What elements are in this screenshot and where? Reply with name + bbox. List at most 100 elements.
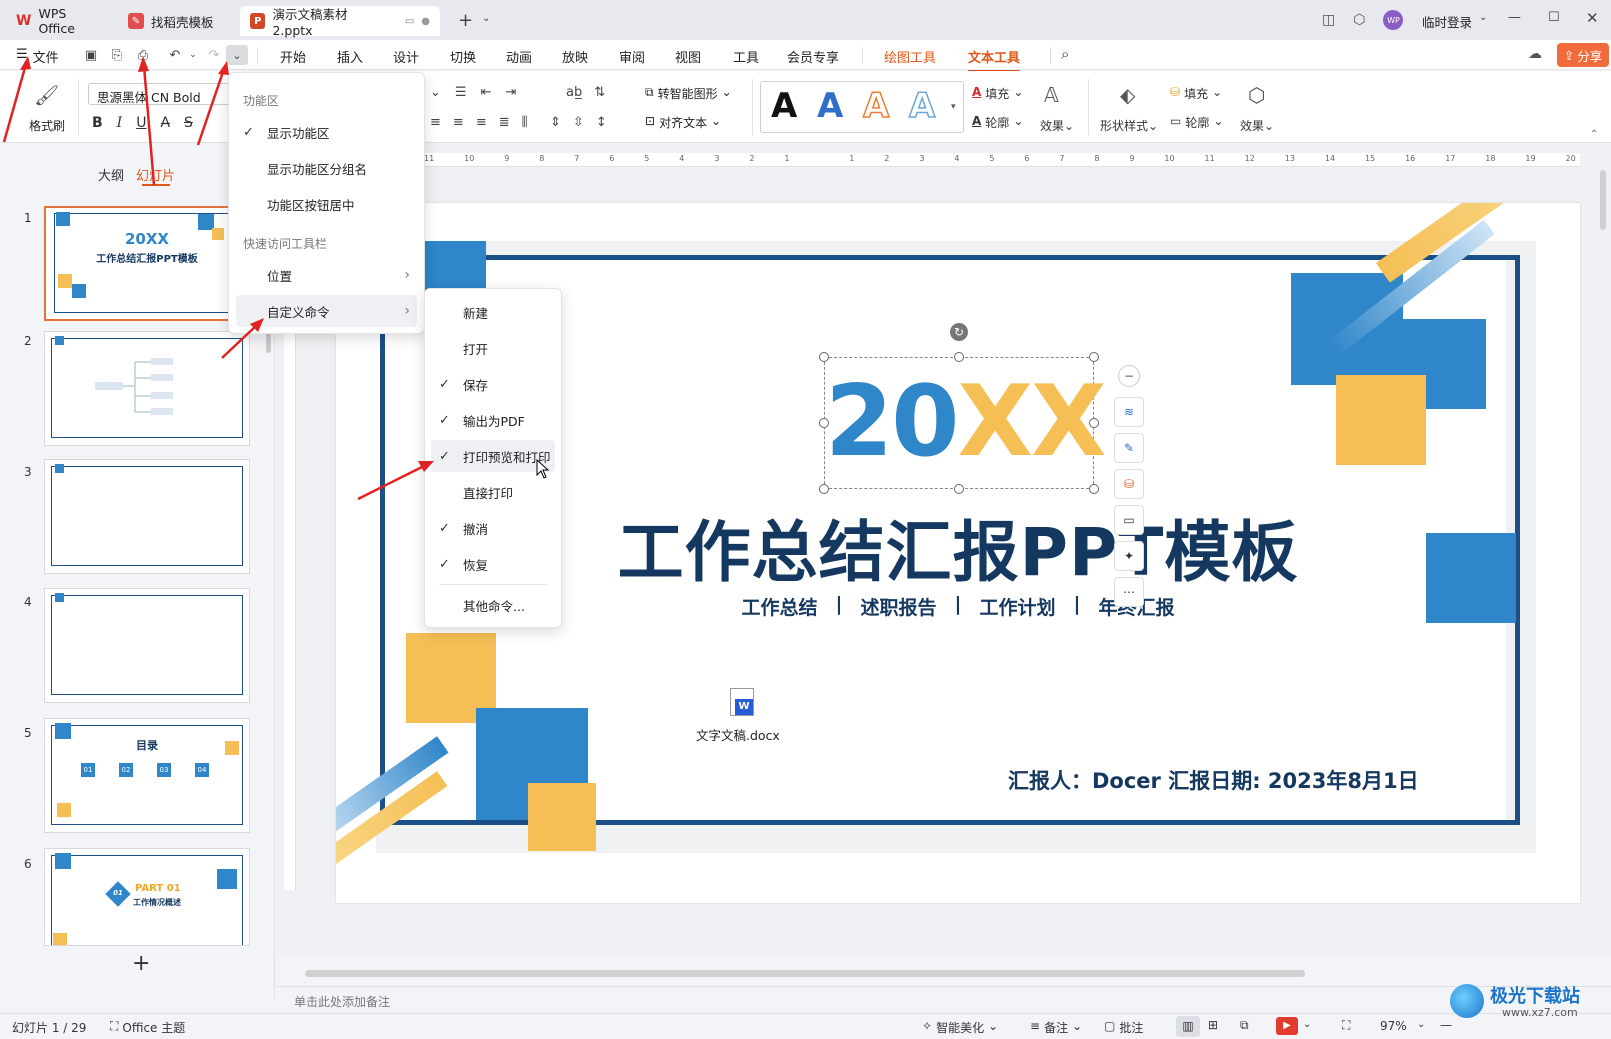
notes-button[interactable]: ≡ 备注 ⌄ (1030, 1019, 1082, 1036)
share-button[interactable]: ⇪ 分享 (1557, 43, 1609, 67)
slide-thumbnail-3[interactable] (44, 459, 250, 574)
resize-handle[interactable] (1089, 484, 1099, 494)
resize-handle[interactable] (819, 484, 829, 494)
submenu-item-save[interactable]: ✓ 保存 (425, 368, 561, 400)
align-right-icon[interactable]: ≡ (476, 115, 487, 130)
vertical-scrollbar[interactable] (1600, 170, 1606, 230)
align-center-icon[interactable]: ≡ (453, 115, 464, 130)
underline-icon[interactable]: U (136, 115, 146, 131)
reporter-line[interactable]: 汇报人：Docer 汇报日期: 2023年8月1日 (1008, 765, 1419, 795)
slide-thumbnail-5[interactable]: 目录 01 02 03 04 (44, 718, 250, 833)
notes-placeholder[interactable]: 单击此处添加备注 (294, 993, 390, 1010)
text-effect-button[interactable]: 效果⌄ (1040, 117, 1074, 134)
submenu-item-export-pdf[interactable]: ✓ 输出为PDF (425, 404, 561, 436)
tab-insert[interactable]: 插入 (337, 47, 363, 66)
resize-handle[interactable] (819, 352, 829, 362)
file-menu-button[interactable]: ☰ 文件 (16, 47, 59, 66)
font-name-field[interactable]: 思源黑体 CN Bold (88, 83, 238, 105)
selected-textbox[interactable]: 20XX (824, 357, 1107, 489)
submenu-item-more-commands[interactable]: 其他命令... (425, 589, 561, 621)
login-button[interactable]: 临时登录 (1422, 12, 1472, 31)
submenu-item-redo[interactable]: ✓ 恢复 (425, 548, 561, 580)
search-icon[interactable]: ⌕ (1061, 45, 1069, 63)
reading-view-icon[interactable]: ⧉ (1240, 1018, 1249, 1033)
shape-effect-button[interactable]: 效果⌄ (1240, 117, 1274, 134)
pen-icon[interactable]: ✎ (1114, 433, 1144, 463)
submenu-item-new[interactable]: 新建 (425, 296, 561, 328)
tab-document[interactable]: P 演示文稿素材2.pptx ▭ ● (240, 6, 440, 38)
align-left-icon[interactable]: ≡ (430, 115, 441, 130)
layers-icon[interactable]: ≋ (1114, 397, 1144, 427)
submenu-item-direct-print[interactable]: 直接打印 (425, 476, 561, 508)
justify-icon[interactable]: ≣ (499, 115, 510, 130)
align-text-button[interactable]: ⊡ 对齐文本 ⌄ (645, 114, 721, 131)
avatar[interactable]: WP (1383, 10, 1404, 30)
wordart-gallery[interactable]: A A A A ▾ (760, 81, 964, 133)
bullet-list-icon[interactable]: ☰ (455, 85, 467, 100)
comments-button[interactable]: ▢ 批注 (1104, 1019, 1143, 1036)
shape-fill-button[interactable]: ⛁ 填充 ⌄ (1170, 85, 1222, 102)
collapse-icon[interactable]: − (1118, 365, 1140, 387)
slide-thumbnail-6[interactable]: 01 PART 01 工作情况概述 (44, 848, 250, 946)
chevron-down-icon[interactable]: ⌄ (1417, 1019, 1425, 1030)
text-fill-button[interactable]: A 填充 ⌄ (972, 85, 1023, 102)
wordart-style-blue-outline[interactable]: A (908, 85, 936, 127)
tab-outline[interactable]: 大纲 (98, 165, 124, 184)
new-tab-button[interactable]: + (458, 10, 473, 31)
save-icon[interactable]: ▣ (80, 45, 102, 65)
fill-icon[interactable]: ⛁ (1114, 469, 1144, 499)
docx-file-icon[interactable]: W (730, 688, 754, 716)
tab-member[interactable]: 会员专享 (787, 47, 839, 66)
gallery-more-icon[interactable]: ▾ (951, 102, 956, 112)
cloud-icon[interactable]: ☁ (1528, 46, 1542, 62)
tab-view[interactable]: 视图 (675, 47, 701, 66)
year-heading[interactable]: 20XX (825, 362, 1107, 482)
undo-dropdown-icon[interactable]: ⌄ (182, 45, 204, 65)
tab-transition[interactable]: 切换 (450, 47, 476, 66)
collapse-ribbon-icon[interactable]: ⌃ (1590, 129, 1598, 140)
menu-item-show-ribbon[interactable]: ✓ 显示功能区 (229, 116, 424, 148)
add-slide-button[interactable]: + (132, 951, 150, 976)
tab-template[interactable]: ✎ 找稻壳模板 (118, 6, 234, 36)
tab-drawing-tools[interactable]: 绘图工具 (884, 47, 936, 66)
increase-indent-icon[interactable]: ⇥ (505, 85, 516, 100)
zoom-level[interactable]: 97% (1380, 1019, 1407, 1033)
fit-window-icon[interactable]: ⛶ (1342, 1018, 1350, 1033)
minimize-icon[interactable]: — (1508, 10, 1521, 25)
customize-toolbar-button[interactable]: ⌄ (226, 45, 248, 65)
format-painter-icon[interactable]: 🖌 (34, 83, 59, 107)
chevron-down-icon[interactable]: ⌄ (482, 13, 490, 24)
shape-style-icon[interactable]: ⬖ (1120, 83, 1135, 107)
text-outline-button[interactable]: A 轮廓 ⌄ (972, 114, 1023, 131)
wordart-style-orange-outline[interactable]: A (862, 85, 890, 127)
slide-thumbnail-2[interactable] (44, 331, 250, 446)
columns-icon[interactable]: ⫼ (522, 115, 528, 130)
resize-handle[interactable] (1089, 418, 1099, 428)
export-pdf-icon[interactable]: ⎘ (106, 45, 128, 65)
chevron-down-icon[interactable]: ⌄ (1303, 1019, 1311, 1030)
tab-slideshow[interactable]: 放映 (562, 47, 588, 66)
print-preview-icon[interactable]: ⎙ (132, 45, 154, 65)
redo-icon[interactable]: ↷ (203, 45, 225, 65)
shape-effect-icon[interactable]: ⬡ (1248, 83, 1265, 107)
shape-outline-button[interactable]: ▭ 轮廓 ⌄ (1170, 114, 1223, 131)
grid-view-icon[interactable]: ⊞ (1208, 1018, 1218, 1032)
paragraph-spacing-icon[interactable]: ⇳ (573, 115, 584, 130)
text-direction-icon[interactable]: ab̲ (566, 85, 582, 100)
tab-wps-office[interactable]: W WPS Office (6, 6, 110, 36)
menu-item-show-group-names[interactable]: 显示功能区分组名 (229, 152, 424, 184)
wordart-style-black[interactable]: A (771, 86, 797, 126)
italic-icon[interactable]: I (117, 115, 123, 131)
menu-item-position[interactable]: 位置 › (229, 259, 424, 291)
cube-icon[interactable]: ⬡ (1353, 12, 1365, 28)
strikethrough-icon[interactable]: A̶ (160, 115, 170, 131)
chevron-down-icon[interactable]: ⌄ (1479, 12, 1487, 23)
dropdown-icon[interactable]: ⌄ (430, 85, 441, 100)
tab-slides[interactable]: 幻灯片 (136, 165, 175, 184)
outline-icon[interactable]: ▭ (1114, 505, 1144, 535)
resize-handle[interactable] (819, 418, 829, 428)
resize-handle[interactable] (1089, 352, 1099, 362)
strike-icon[interactable]: S (184, 115, 193, 131)
submenu-item-undo[interactable]: ✓ 撤消 (425, 512, 561, 544)
format-painter-label[interactable]: 格式刷 (29, 117, 65, 134)
